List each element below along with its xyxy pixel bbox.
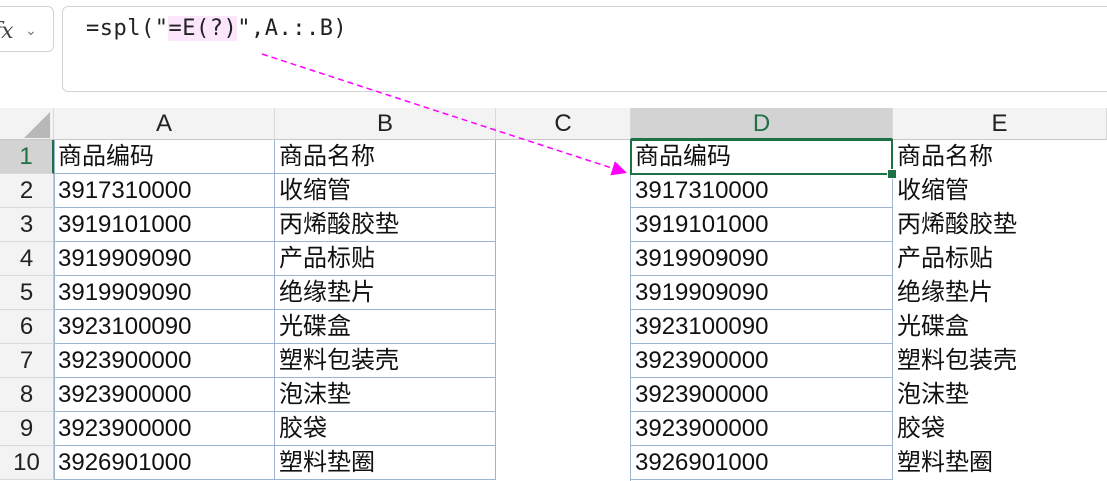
cell-c1[interactable] — [496, 140, 631, 174]
cell-c6[interactable] — [496, 310, 631, 344]
row-header[interactable]: 3 — [0, 208, 54, 242]
formula-text[interactable]: =spl("=E(?)",A.:.B) — [86, 16, 347, 41]
cell-a3[interactable]: 3919101000 — [54, 208, 275, 242]
formula-suffix: ",A.:.B) — [237, 16, 348, 41]
cell-c5[interactable] — [496, 276, 631, 310]
cell-e5[interactable]: 绝缘垫片 — [893, 276, 1107, 310]
row-header[interactable]: 5 — [0, 276, 54, 310]
fill-handle[interactable] — [887, 169, 897, 179]
cell-c9[interactable] — [496, 412, 631, 446]
cell-c2[interactable] — [496, 174, 631, 208]
cell-b5[interactable]: 绝缘垫片 — [275, 276, 496, 310]
cell-e9[interactable]: 胶袋 — [893, 412, 1107, 446]
formula-highlight: =E(?) — [168, 16, 238, 41]
cell-e10[interactable]: 塑料垫圈 — [893, 446, 1107, 480]
column-header-d[interactable]: D — [631, 108, 893, 140]
cell-b6[interactable]: 光碟盒 — [275, 310, 496, 344]
row-header[interactable]: 2 — [0, 174, 54, 208]
name-box-fx[interactable]: fx ⌄ — [0, 6, 54, 52]
cell-d1[interactable]: 商品编码 — [631, 140, 893, 174]
chevron-down-icon[interactable]: ⌄ — [25, 23, 37, 39]
cell-c7[interactable] — [496, 344, 631, 378]
cell-c8[interactable] — [496, 378, 631, 412]
column-header-a[interactable]: A — [54, 108, 275, 140]
table-left-border-d — [630, 140, 631, 481]
cell-b7[interactable]: 塑料包装壳 — [275, 344, 496, 378]
cell-d10[interactable]: 3926901000 — [631, 446, 893, 480]
cell-a5[interactable]: 3919909090 — [54, 276, 275, 310]
row-header[interactable]: 4 — [0, 242, 54, 276]
cell-d7[interactable]: 3923900000 — [631, 344, 893, 378]
cell-e1[interactable]: 商品名称 — [893, 140, 1107, 174]
cell-b8[interactable]: 泡沫垫 — [275, 378, 496, 412]
row-header[interactable]: 6 — [0, 310, 54, 344]
table-left-border — [54, 140, 55, 480]
cell-d4[interactable]: 3919909090 — [631, 242, 893, 276]
row-header[interactable]: 1 — [0, 140, 54, 174]
cell-d5[interactable]: 3919909090 — [631, 276, 893, 310]
cell-a9[interactable]: 3923900000 — [54, 412, 275, 446]
cell-a6[interactable]: 3923100090 — [54, 310, 275, 344]
cell-d8[interactable]: 3923900000 — [631, 378, 893, 412]
cell-c4[interactable] — [496, 242, 631, 276]
cell-e4[interactable]: 产品标贴 — [893, 242, 1107, 276]
row-header[interactable]: 8 — [0, 378, 54, 412]
select-all-triangle-icon — [24, 112, 50, 138]
cell-a1[interactable]: 商品编码 — [54, 140, 275, 174]
cell-d6[interactable]: 3923100090 — [631, 310, 893, 344]
cell-b2[interactable]: 收缩管 — [275, 174, 496, 208]
cell-b1[interactable]: 商品名称 — [275, 140, 496, 174]
cell-c3[interactable] — [496, 208, 631, 242]
cell-a7[interactable]: 3923900000 — [54, 344, 275, 378]
row-header[interactable]: 7 — [0, 344, 54, 378]
cell-e8[interactable]: 泡沫垫 — [893, 378, 1107, 412]
row-header[interactable]: 10 — [0, 446, 54, 480]
cell-a4[interactable]: 3919909090 — [54, 242, 275, 276]
column-header-c[interactable]: C — [496, 108, 631, 140]
cell-a10[interactable]: 3926901000 — [54, 446, 275, 480]
cell-d3[interactable]: 3919101000 — [631, 208, 893, 242]
row-header[interactable]: 9 — [0, 412, 54, 446]
column-header-e[interactable]: E — [893, 108, 1107, 140]
cell-a2[interactable]: 3917310000 — [54, 174, 275, 208]
formula-prefix: =spl(" — [86, 16, 169, 41]
cell-d2[interactable]: 3917310000 — [631, 174, 893, 208]
cell-b10[interactable]: 塑料垫圈 — [275, 446, 496, 480]
cell-e6[interactable]: 光碟盒 — [893, 310, 1107, 344]
cell-c10[interactable] — [496, 446, 631, 480]
cell-b3[interactable]: 丙烯酸胶垫 — [275, 208, 496, 242]
cell-b9[interactable]: 胶袋 — [275, 412, 496, 446]
cell-e3[interactable]: 丙烯酸胶垫 — [893, 208, 1107, 242]
cell-e2[interactable]: 收缩管 — [893, 174, 1107, 208]
cell-b4[interactable]: 产品标贴 — [275, 242, 496, 276]
fx-icon: fx — [0, 19, 14, 44]
cell-a8[interactable]: 3923900000 — [54, 378, 275, 412]
cell-d9[interactable]: 3923900000 — [631, 412, 893, 446]
cell-e7[interactable]: 塑料包装壳 — [893, 344, 1107, 378]
column-header-b[interactable]: B — [275, 108, 496, 140]
